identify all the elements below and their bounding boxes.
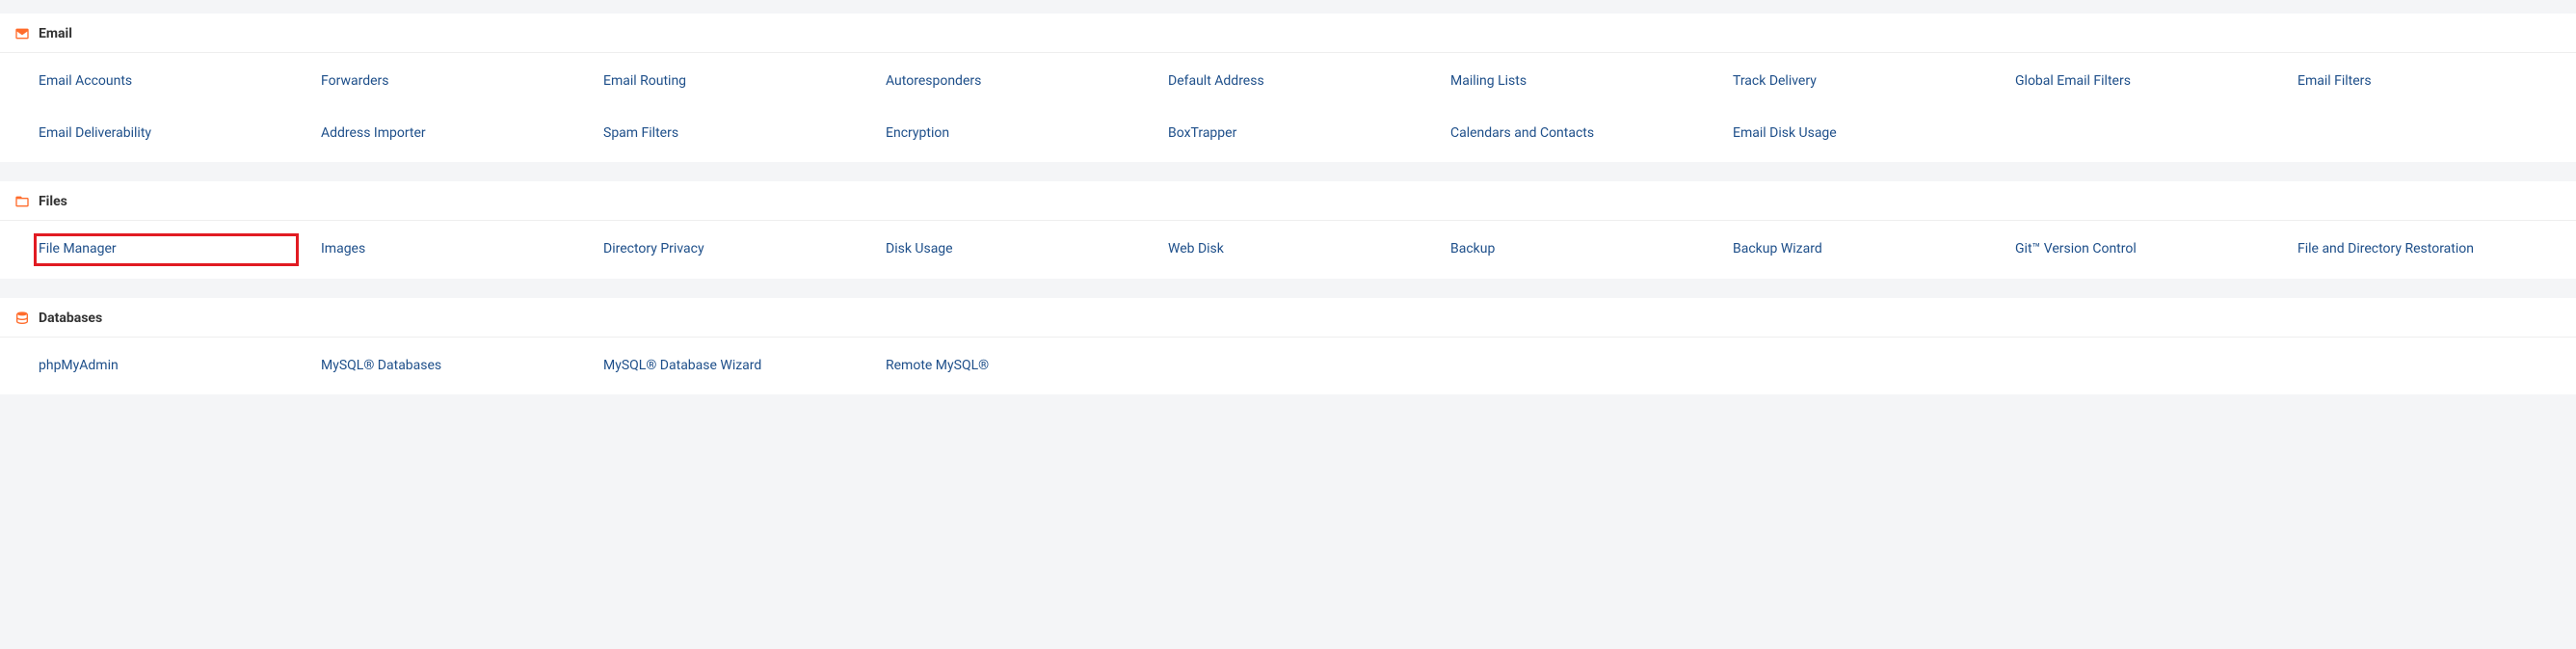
list-item: Calendars and Contacts [1447,119,1710,149]
link-spam-filters[interactable]: Spam Filters [603,124,678,144]
list-item: File and Directory Restoration [2294,234,2557,265]
list-item: Default Address [1164,67,1427,97]
section-files: Files File Manager Images Directory Priv… [0,181,2576,279]
link-directory-privacy[interactable]: Directory Privacy [603,240,704,259]
list-item: Backup [1447,234,1710,265]
list-item: Remote MySQL® [882,351,1145,382]
link-backup-wizard[interactable]: Backup Wizard [1733,240,1822,259]
link-email-routing[interactable]: Email Routing [603,72,686,92]
section-title-email: Email [39,26,72,41]
section-body-files: File Manager Images Directory Privacy Di… [0,221,2576,279]
link-encryption[interactable]: Encryption [886,124,949,144]
link-mysql-databases[interactable]: MySQL® Databases [321,357,441,376]
link-disk-usage[interactable]: Disk Usage [886,240,953,259]
section-databases: Databases phpMyAdmin MySQL® Databases My… [0,298,2576,395]
list-item: Mailing Lists [1447,67,1710,97]
link-web-disk[interactable]: Web Disk [1168,240,1224,259]
section-title-files: Files [39,194,67,209]
link-global-email-filters[interactable]: Global Email Filters [2015,72,2131,92]
list-item: MySQL® Databases [317,351,580,382]
link-mailing-lists[interactable]: Mailing Lists [1450,72,1527,92]
link-phpmyadmin[interactable]: phpMyAdmin [39,357,119,376]
list-item: Email Accounts [35,67,298,97]
item-grid-files: File Manager Images Directory Privacy Di… [35,234,2557,265]
list-item: Encryption [882,119,1145,149]
section-header-files: Files [0,181,2576,221]
folder-open-icon [13,193,31,210]
list-item-highlighted: File Manager [35,234,298,265]
link-file-and-directory-restoration[interactable]: File and Directory Restoration [2297,240,2474,259]
link-address-importer[interactable]: Address Importer [321,124,426,144]
link-track-delivery[interactable]: Track Delivery [1733,72,1817,92]
link-email-accounts[interactable]: Email Accounts [39,72,132,92]
list-item: BoxTrapper [1164,119,1427,149]
list-item: Email Disk Usage [1729,119,1992,149]
list-item: Spam Filters [599,119,863,149]
list-item: phpMyAdmin [35,351,298,382]
section-header-databases: Databases [0,298,2576,338]
list-item: Global Email Filters [2011,67,2274,97]
link-boxtrapper[interactable]: BoxTrapper [1168,124,1236,144]
link-remote-mysql[interactable]: Remote MySQL® [886,357,989,376]
section-body-databases: phpMyAdmin MySQL® Databases MySQL® Datab… [0,338,2576,395]
link-email-disk-usage[interactable]: Email Disk Usage [1733,124,1837,144]
list-item: Email Filters [2294,67,2557,97]
link-git-version-control[interactable]: Git™ Version Control [2015,240,2137,259]
section-title-databases: Databases [39,311,102,326]
link-email-deliverability[interactable]: Email Deliverability [39,124,151,144]
section-body-email: Email Accounts Forwarders Email Routing … [0,53,2576,162]
list-item: Email Routing [599,67,863,97]
list-item: MySQL® Database Wizard [599,351,863,382]
list-item: Forwarders [317,67,580,97]
section-email: Email Email Accounts Forwarders Email Ro… [0,14,2576,162]
list-item: Address Importer [317,119,580,149]
link-forwarders[interactable]: Forwarders [321,72,388,92]
list-item: Backup Wizard [1729,234,1992,265]
list-item: Images [317,234,580,265]
link-default-address[interactable]: Default Address [1168,72,1264,92]
item-grid-email: Email Accounts Forwarders Email Routing … [35,67,2557,149]
link-calendars-and-contacts[interactable]: Calendars and Contacts [1450,124,1594,144]
database-icon [13,310,31,327]
item-grid-databases: phpMyAdmin MySQL® Databases MySQL® Datab… [35,351,2557,382]
link-autoresponders[interactable]: Autoresponders [886,72,981,92]
section-header-email: Email [0,14,2576,53]
link-backup[interactable]: Backup [1450,240,1495,259]
list-item: Autoresponders [882,67,1145,97]
list-item: Email Deliverability [35,119,298,149]
list-item: Directory Privacy [599,234,863,265]
link-email-filters[interactable]: Email Filters [2297,72,2372,92]
list-item: Track Delivery [1729,67,1992,97]
link-mysql-database-wizard[interactable]: MySQL® Database Wizard [603,357,761,376]
list-item: Disk Usage [882,234,1145,265]
list-item: Web Disk [1164,234,1427,265]
envelope-icon [13,25,31,42]
link-images[interactable]: Images [321,240,365,259]
link-file-manager[interactable]: File Manager [39,240,117,259]
list-item: Git™ Version Control [2011,234,2274,265]
page-wrap: Email Email Accounts Forwarders Email Ro… [0,0,2576,394]
